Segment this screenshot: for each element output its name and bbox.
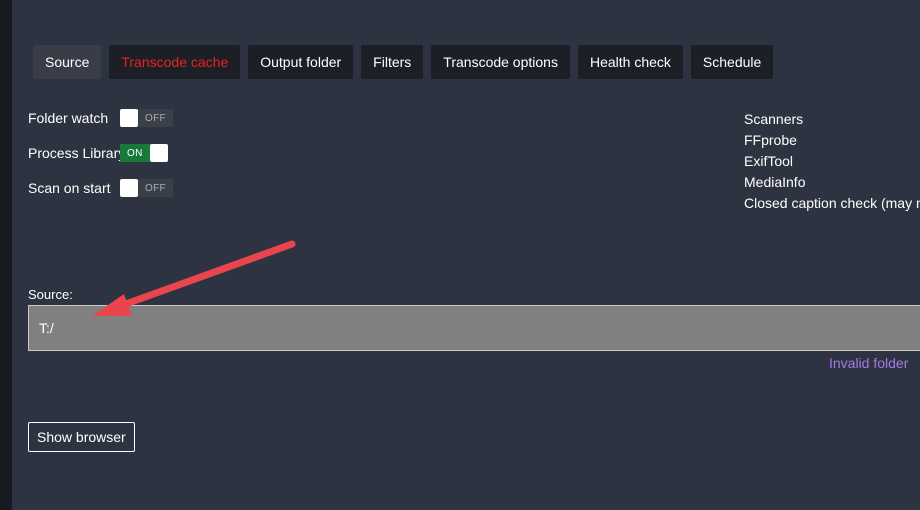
- process-library-row: Process Library ON: [28, 143, 168, 163]
- tab-source[interactable]: Source: [33, 45, 102, 79]
- tab-health-check[interactable]: Health check: [577, 45, 683, 79]
- folder-watch-row: Folder watch OFF: [28, 108, 173, 128]
- folder-watch-label: Folder watch: [28, 110, 109, 126]
- folder-watch-toggle[interactable]: OFF: [120, 108, 173, 128]
- process-library-label: Process Library: [28, 145, 126, 161]
- scanner-item-exiftool: ExifTool: [744, 153, 794, 169]
- scan-on-start-toggle[interactable]: OFF: [120, 178, 173, 198]
- scan-on-start-label: Scan on start: [28, 180, 111, 196]
- source-label: Source:: [28, 287, 73, 302]
- source-folder-input[interactable]: [28, 305, 920, 351]
- arrow-shaft: [108, 240, 296, 313]
- scanner-item-closed-caption: Closed caption check (may m: [744, 195, 920, 211]
- toggle-state-text: ON: [120, 144, 150, 162]
- settings-tabs: Source Transcode cache Output folder Fil…: [33, 45, 774, 79]
- tab-transcode-cache[interactable]: Transcode cache: [109, 45, 241, 79]
- toggle-knob: [120, 109, 138, 127]
- toggle-knob: [149, 144, 168, 162]
- tab-output-folder[interactable]: Output folder: [248, 45, 354, 79]
- toggle-knob: [120, 179, 138, 197]
- toggle-state-text: OFF: [138, 179, 173, 197]
- tab-schedule[interactable]: Schedule: [690, 45, 774, 79]
- tab-transcode-options[interactable]: Transcode options: [431, 45, 570, 79]
- toggle-state-text: OFF: [138, 109, 173, 127]
- scanner-item-ffprobe: FFprobe: [744, 132, 797, 148]
- left-sidebar-edge: [0, 0, 12, 510]
- scanners-list: Scanners FFprobe ExifTool MediaInfo Clos…: [744, 109, 920, 214]
- tab-filters[interactable]: Filters: [361, 45, 424, 79]
- invalid-folder-message: Invalid folder: [829, 355, 909, 371]
- process-library-toggle[interactable]: ON: [120, 143, 168, 163]
- show-browser-button[interactable]: Show browser: [28, 422, 135, 452]
- scanners-title: Scanners: [744, 111, 804, 127]
- scanner-item-mediainfo: MediaInfo: [744, 174, 806, 190]
- scan-on-start-row: Scan on start OFF: [28, 178, 173, 198]
